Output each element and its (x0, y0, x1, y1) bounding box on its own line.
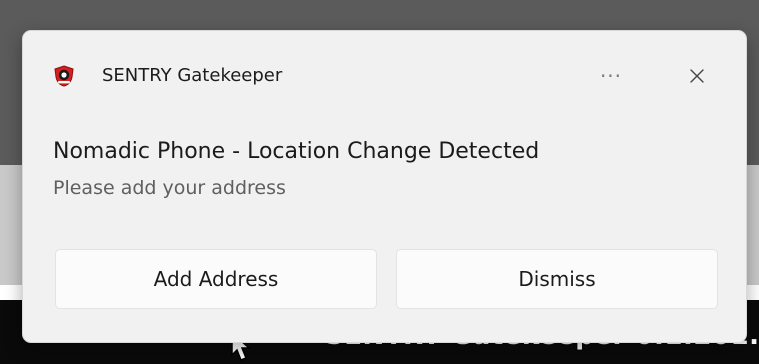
notification-title: Nomadic Phone - Location Change Detected (53, 139, 540, 164)
toast-notification: SENTRY Gatekeeper ··· Nomadic Phone - Lo… (22, 30, 747, 343)
notification-subtitle: Please add your address (53, 177, 286, 199)
add-address-button[interactable]: Add Address (55, 249, 377, 309)
more-options-button[interactable]: ··· (591, 59, 631, 93)
close-button[interactable] (677, 59, 717, 93)
more-options-icon: ··· (599, 64, 623, 88)
close-icon (690, 69, 704, 83)
app-name: SENTRY Gatekeeper (102, 65, 283, 86)
sentry-shield-icon (54, 65, 74, 87)
dismiss-button[interactable]: Dismiss (396, 249, 718, 309)
